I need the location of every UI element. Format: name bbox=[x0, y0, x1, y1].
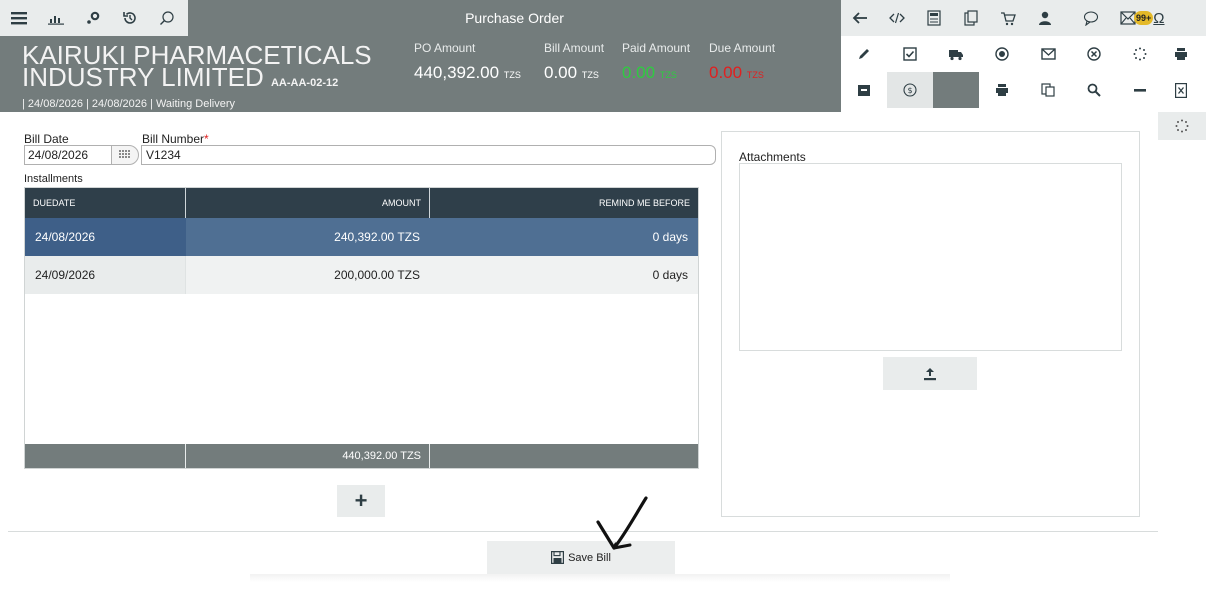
paid-amount: Paid Amount 0.00 TZS bbox=[622, 41, 690, 83]
cell-remind[interactable]: 0 days bbox=[430, 256, 698, 294]
profile-icon[interactable]: Ω bbox=[1153, 10, 1164, 27]
upload-button[interactable] bbox=[883, 357, 977, 390]
document-header: KAIRUKI PHARMACETICALS INDUSTRY LIMITED … bbox=[0, 36, 841, 112]
cell-remind[interactable]: 0 days bbox=[430, 218, 698, 256]
pencil-icon[interactable] bbox=[841, 36, 887, 72]
search-icon[interactable] bbox=[148, 0, 185, 36]
table-row[interactable]: 24/08/2026 240,392.00 TZS 0 days bbox=[25, 218, 698, 256]
attachments-title: Attachments bbox=[739, 150, 806, 164]
company-name: KAIRUKI PHARMACETICALS INDUSTRY LIMITED … bbox=[22, 42, 402, 94]
check-mark-annotation bbox=[596, 496, 648, 550]
cell-amount[interactable]: 200,000.00 TZS bbox=[186, 256, 430, 294]
checkbox-icon[interactable] bbox=[887, 36, 933, 72]
column-header-amount[interactable]: AMOUNT bbox=[186, 188, 430, 218]
cart-icon[interactable] bbox=[989, 0, 1026, 36]
due-amount: Due Amount 0.00 TZS bbox=[709, 41, 775, 83]
calendar-icon[interactable] bbox=[111, 145, 139, 165]
user-icon[interactable] bbox=[1026, 0, 1063, 36]
po-amount-value: 440,392.00 bbox=[414, 63, 500, 82]
search-icon[interactable] bbox=[1071, 72, 1117, 108]
cell-amount[interactable]: 240,392.00 TZS bbox=[186, 218, 430, 256]
due-amount-value: 0.00 bbox=[709, 63, 743, 82]
document-subline: | 24/08/2026 | 24/08/2026 | Waiting Deli… bbox=[22, 98, 236, 110]
print-icon[interactable] bbox=[1156, 36, 1206, 72]
footer-shadow bbox=[250, 574, 950, 582]
due-amount-currency: TZS bbox=[746, 70, 764, 80]
empty-action-slot bbox=[933, 72, 979, 108]
total-amount: 440,392.00 TZS bbox=[186, 444, 430, 468]
document-code: AA-AA-02-12 bbox=[270, 77, 339, 89]
chat-icon[interactable] bbox=[1063, 0, 1118, 36]
bill-number-input[interactable]: V1234 bbox=[141, 145, 716, 165]
installments-label: Installments bbox=[24, 173, 83, 185]
chart-icon[interactable] bbox=[37, 0, 74, 36]
bill-date-label: Bill Date bbox=[24, 132, 69, 146]
po-amount: PO Amount 440,392.00 TZS bbox=[414, 41, 521, 83]
copy-icon[interactable] bbox=[1025, 72, 1071, 108]
svg-text:$: $ bbox=[907, 86, 912, 95]
menu-icon[interactable] bbox=[0, 0, 37, 36]
installments-table: DUEDATE AMOUNT REMIND ME BEFORE 24/08/20… bbox=[24, 187, 699, 469]
po-amount-label: PO Amount bbox=[414, 41, 476, 55]
save-icon bbox=[551, 551, 565, 564]
footer-spacer bbox=[430, 444, 698, 468]
left-toolbar bbox=[0, 0, 188, 36]
table-footer: 440,392.00 TZS bbox=[25, 444, 698, 468]
po-amount-currency: TZS bbox=[503, 70, 521, 80]
notification-badge: 99+ bbox=[1134, 11, 1154, 25]
table-header: DUEDATE AMOUNT REMIND ME BEFORE bbox=[25, 188, 698, 218]
back-arrow-icon[interactable] bbox=[841, 0, 878, 36]
paid-amount-value: 0.00 bbox=[622, 63, 656, 82]
history-icon[interactable] bbox=[111, 0, 148, 36]
clipboard-icon[interactable] bbox=[952, 0, 989, 36]
dollar-icon[interactable]: $ bbox=[887, 72, 933, 108]
paid-amount-currency: TZS bbox=[659, 70, 677, 80]
top-bar: Purchase Order 99+ Ω bbox=[0, 0, 1206, 36]
table-row[interactable]: 24/09/2026 200,000.00 TZS 0 days bbox=[25, 256, 698, 294]
right-toolbar: 99+ Ω bbox=[841, 0, 1206, 36]
column-header-duedate[interactable]: DUEDATE bbox=[25, 188, 186, 218]
bill-date-input[interactable]: 24/08/2026 bbox=[24, 145, 112, 165]
cell-duedate[interactable]: 24/08/2026 bbox=[25, 218, 186, 256]
bill-amount-value: 0.00 bbox=[544, 63, 578, 82]
excel-icon[interactable] bbox=[1156, 72, 1206, 108]
add-installment-button[interactable]: + bbox=[337, 485, 385, 517]
cell-duedate[interactable]: 24/09/2026 bbox=[25, 256, 186, 294]
paid-amount-label: Paid Amount bbox=[622, 41, 691, 55]
footer-spacer bbox=[25, 444, 186, 468]
envelope-icon[interactable] bbox=[1025, 36, 1071, 72]
code-icon[interactable] bbox=[878, 0, 915, 36]
bill-number-label: Bill Number* bbox=[142, 132, 209, 146]
bill-number-label-text: Bill Number bbox=[142, 132, 205, 146]
column-header-remind[interactable]: REMIND ME BEFORE bbox=[430, 188, 698, 218]
action-toolbar: $ bbox=[841, 36, 1206, 112]
cancel-icon[interactable] bbox=[1071, 36, 1117, 72]
window-title: Purchase Order bbox=[465, 10, 564, 26]
print-icon[interactable] bbox=[979, 72, 1025, 108]
company-name-line2: INDUSTRY LIMITED bbox=[22, 62, 264, 92]
attachments-dropzone[interactable] bbox=[739, 163, 1122, 351]
bill-amount: Bill Amount 0.00 TZS bbox=[544, 41, 604, 83]
mail-icon[interactable]: 99+ Ω bbox=[1118, 0, 1172, 36]
bill-amount-currency: TZS bbox=[581, 70, 599, 80]
due-amount-label: Due Amount bbox=[709, 41, 776, 55]
bill-amount-label: Bill Amount bbox=[544, 41, 605, 55]
required-marker: * bbox=[204, 132, 209, 146]
calculator-icon[interactable] bbox=[915, 0, 952, 36]
key-icon[interactable] bbox=[74, 0, 111, 36]
truck-icon[interactable] bbox=[933, 36, 979, 72]
attachments-panel: Attachments bbox=[721, 131, 1140, 517]
archive-icon[interactable] bbox=[841, 72, 887, 108]
upload-icon bbox=[924, 367, 936, 380]
radio-icon[interactable] bbox=[979, 36, 1025, 72]
spinner-icon[interactable] bbox=[1158, 112, 1206, 140]
